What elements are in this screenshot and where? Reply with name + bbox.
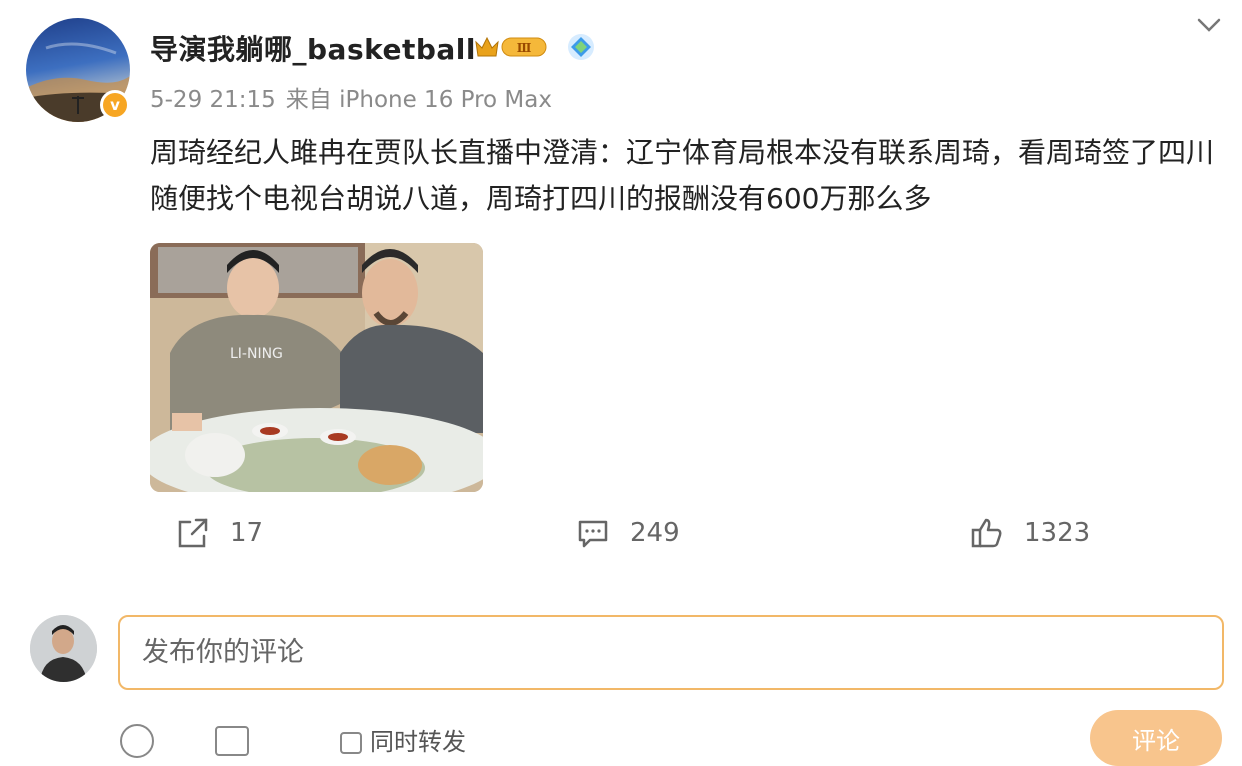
post-meta: 5-29 21:15 来自 iPhone 16 Pro Max [150,80,552,114]
checkbox[interactable] [340,732,362,754]
post-photo[interactable]: LI-NING [150,243,483,492]
like-button[interactable]: 1323 [970,515,1090,551]
post-time: 5-29 21:15 [150,87,276,113]
post-source: 来自 iPhone 16 Pro Max [285,87,552,113]
repost-count: 17 [230,518,264,548]
emoji-icon[interactable] [120,724,154,758]
post-body-text: 周琦经纪人雎冉在贾队长直播中澄清：辽宁体育局根本没有联系周琦，看周琦签了四川随便… [150,136,1215,215]
comment-button[interactable]: 249 [576,515,680,551]
share-button[interactable]: 17 [176,515,263,551]
chevron-down-icon[interactable] [1196,14,1222,36]
blue-badge-icon [568,34,594,60]
also-repost-label: 同时转发 [370,728,466,756]
send-comment-button[interactable]: 评论 [1090,710,1222,766]
level-badge-text: Ⅲ [517,41,532,55]
user-photo [30,615,97,682]
share-icon [178,518,208,548]
like-icon [971,518,1002,548]
verified-badge-icon: v [100,90,130,120]
also-repost-option[interactable]: 同时转发 [340,722,466,757]
image-icon[interactable] [215,726,249,756]
author-username[interactable]: 导演我躺哪_basketball [150,28,476,68]
comment-icon [578,520,608,548]
svg-text:LI-NING: LI-NING [230,346,283,362]
comment-count: 249 [630,518,680,548]
crown-badge-icon: Ⅲ [475,36,547,57]
current-user-avatar[interactable] [30,615,97,682]
like-count: 1323 [1024,518,1091,548]
comment-input[interactable] [118,615,1224,690]
photo-two-men-dining: LI-NING [150,243,483,492]
